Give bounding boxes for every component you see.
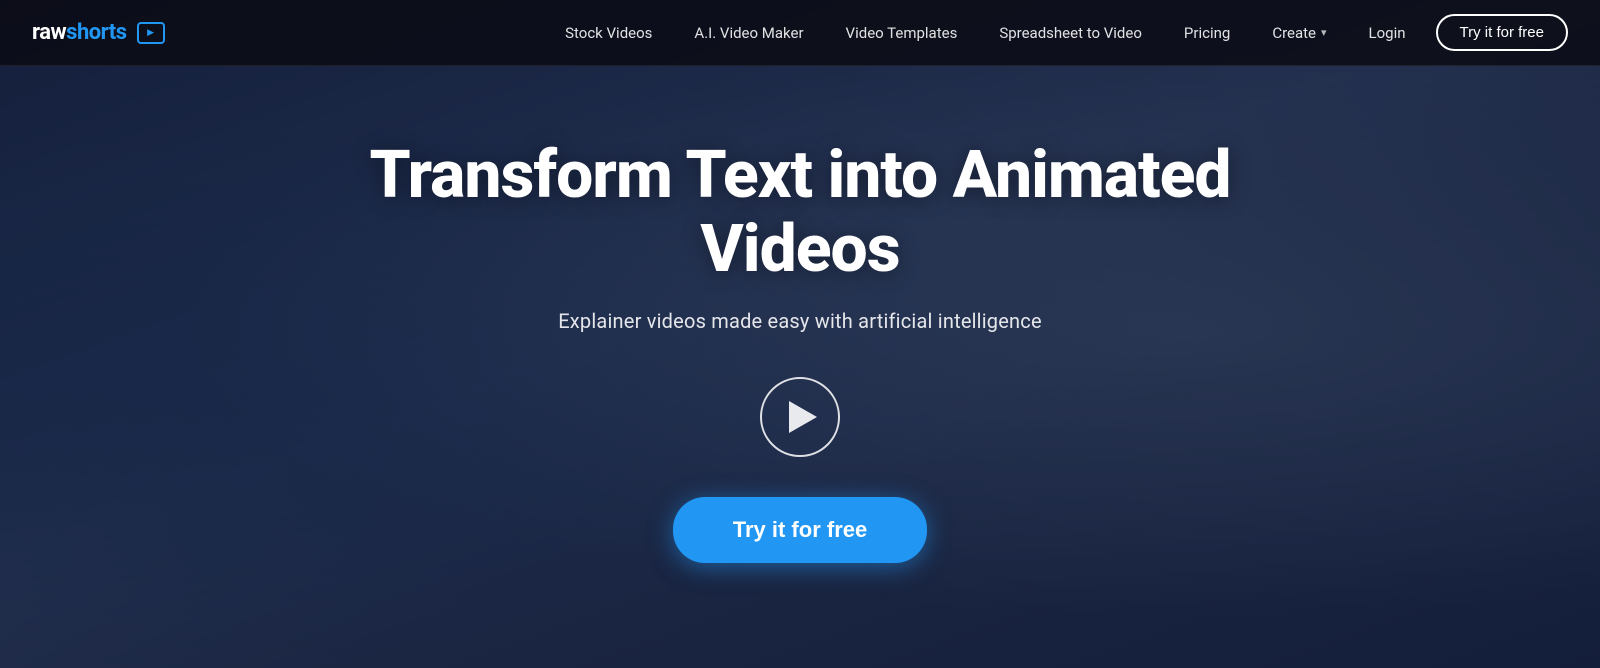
chevron-down-icon: ▾ — [1321, 26, 1327, 39]
logo-play-icon — [137, 22, 165, 44]
logo-shorts-text: shorts — [66, 20, 126, 45]
logo[interactable]: rawshorts — [32, 20, 165, 45]
nav-login[interactable]: Login — [1349, 0, 1426, 66]
play-button[interactable] — [760, 377, 840, 457]
nav-item-spreadsheet-to-video[interactable]: Spreadsheet to Video — [979, 0, 1162, 66]
nav-try-free-button[interactable]: Try it for free — [1436, 14, 1568, 51]
nav-item-ai-video-maker[interactable]: A.I. Video Maker — [674, 0, 823, 66]
hero-content: Transform Text into Animated Videos Expl… — [350, 139, 1250, 563]
main-nav: rawshorts Stock Videos A.I. Video Maker … — [0, 0, 1600, 66]
hero-section: rawshorts Stock Videos A.I. Video Maker … — [0, 0, 1600, 668]
play-triangle-icon — [789, 401, 817, 433]
nav-item-create[interactable]: Create ▾ — [1252, 0, 1346, 66]
nav-links: Stock Videos A.I. Video Maker Video Temp… — [545, 0, 1568, 66]
hero-subtitle: Explainer videos made easy with artifici… — [350, 309, 1250, 333]
hero-title: Transform Text into Animated Videos — [350, 139, 1250, 287]
nav-item-stock-videos[interactable]: Stock Videos — [545, 0, 672, 66]
nav-item-pricing[interactable]: Pricing — [1164, 0, 1250, 66]
nav-item-video-templates[interactable]: Video Templates — [826, 0, 978, 66]
hero-cta-button[interactable]: Try it for free — [673, 497, 927, 563]
create-label: Create — [1272, 24, 1316, 42]
logo-raw-text: raw — [32, 20, 66, 45]
